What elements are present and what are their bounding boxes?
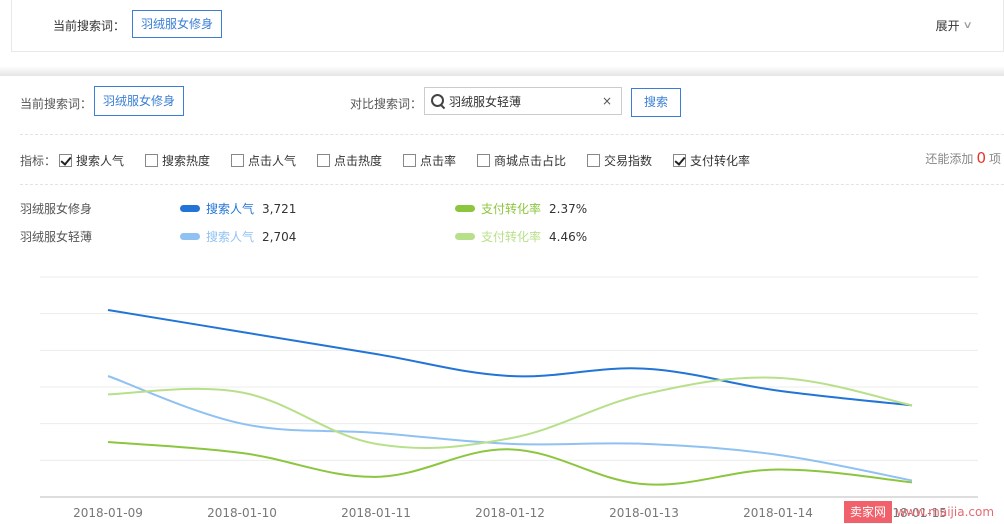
legend-name: 搜索人气 [206,230,255,244]
metric-checkbox-search-heat[interactable]: 搜索热度 [145,152,210,169]
search-icon [431,94,445,108]
metric-label: 搜索热度 [162,154,211,168]
panel-shadow [0,66,1004,76]
checkbox[interactable] [317,154,330,167]
legend-item[interactable]: 搜索人气 2,704 [180,228,296,245]
metric-label: 交易指数 [604,154,653,168]
x-tick-label: 2018-01-13 [609,506,679,520]
compare-row: 当前搜索词： 羽绒服女修身 对比搜索词： × 搜索 [0,86,1004,120]
metric-checkbox-click-popularity[interactable]: 点击人气 [231,152,296,169]
top-search-panel: 当前搜索词： 羽绒服女修身 展开 ∨ [11,0,1004,52]
metric-checkbox-click-heat[interactable]: 点击热度 [317,152,382,169]
legend-swatch [455,205,475,212]
legend-row: 羽绒服女修身 搜索人气 3,721 支付转化率 2.37% [20,200,1004,218]
compare-keyword-input[interactable] [449,94,599,108]
legend-item[interactable]: 搜索人气 3,721 [180,200,296,217]
current-keyword-tag[interactable]: 羽绒服女修身 [132,10,223,38]
legend-item[interactable]: 支付转化率 4.46% [455,228,587,245]
watermark: 卖家网 www.maijia.com [844,500,994,524]
metric-label: 商城点击占比 [494,154,567,168]
watermark-url: www.maijia.com [896,505,995,519]
x-tick-label: 2018-01-11 [341,506,411,520]
add-suffix: 项 [988,152,1001,166]
add-count: 0 [976,149,986,167]
chart-x-axis: 2018-01-09 2018-01-10 2018-01-11 2018-01-12… [73,506,947,520]
checkbox[interactable] [403,154,416,167]
chart-series [107,309,913,486]
legend-item[interactable]: 支付转化率 2.37% [455,200,587,217]
x-tick-label: 2018-01-09 [73,506,143,520]
legend-value: 2,704 [262,229,297,244]
metric-checkbox-pay-conversion[interactable]: 支付转化率 [673,152,750,169]
legend-name: 支付转化率 [481,202,542,216]
expand-button[interactable]: 展开 ∨ [935,17,973,34]
current-keyword-tag[interactable]: 羽绒服女修身 [94,86,185,116]
current-keyword-label: 当前搜索词： [20,97,93,111]
metric-checkbox-search-popularity[interactable]: 搜索人气 [59,152,124,169]
metric-label: 点击率 [420,154,457,168]
compare-search-box[interactable]: × [424,87,622,115]
checkbox[interactable] [231,154,244,167]
legend-value: 3,721 [262,201,297,216]
current-keyword-label: 当前搜索词： [53,19,126,33]
metrics-label: 指标： [20,154,57,168]
legend-value: 2.37% [549,201,588,216]
checkbox[interactable] [145,154,158,167]
divider [20,184,1004,185]
metric-checkbox-ctr[interactable]: 点击率 [403,152,456,169]
x-tick-label: 2018-01-10 [207,506,277,520]
expand-label: 展开 [935,19,960,33]
metric-label: 搜索人气 [76,154,125,168]
legend-swatch [180,205,200,212]
chevron-down-icon: ∨ [962,20,973,31]
watermark-brand: 卖家网 [844,501,893,523]
checkbox-checked[interactable] [673,154,686,167]
legend-value: 4.46% [549,229,588,244]
series-line-1[interactable] [107,441,913,486]
x-tick-label: 2018-01-14 [743,506,813,520]
legend-keyword: 羽绒服女修身 [20,202,93,216]
checkbox[interactable] [477,154,490,167]
legend-swatch [455,233,475,240]
search-button[interactable]: 搜索 [631,88,681,117]
divider [20,134,1004,135]
legend-name: 支付转化率 [481,230,542,244]
metric-label: 点击热度 [334,154,383,168]
legend-row: 羽绒服女轻薄 搜索人气 2,704 支付转化率 4.46% [20,228,1004,246]
add-prefix: 还能添加 [925,152,974,166]
x-tick-label: 2018-01-12 [475,506,545,520]
metric-label: 支付转化率 [690,154,751,168]
metric-label: 点击人气 [248,154,297,168]
metrics-selector: 指标： 搜索人气 搜索热度 点击人气 点击热度 点击率 商城点击占比 交易指数 … [20,149,1004,171]
legend-keyword: 羽绒服女轻薄 [20,230,93,244]
metric-add-counter: 还能添加 0 项 [925,149,1001,167]
metric-checkbox-mall-click-share[interactable]: 商城点击占比 [477,152,566,169]
checkbox[interactable] [587,154,600,167]
metric-checkbox-trade-index[interactable]: 交易指数 [587,152,652,169]
compare-keyword-label: 对比搜索词： [350,97,423,111]
series-line-3[interactable] [107,376,913,450]
trend-line-chart[interactable]: 2018-01-09 2018-01-10 2018-01-11 2018-01-12… [0,264,1004,524]
checkbox-checked[interactable] [59,154,72,167]
legend-name: 搜索人气 [206,202,255,216]
clear-icon[interactable]: × [602,94,612,108]
legend-swatch [180,233,200,240]
